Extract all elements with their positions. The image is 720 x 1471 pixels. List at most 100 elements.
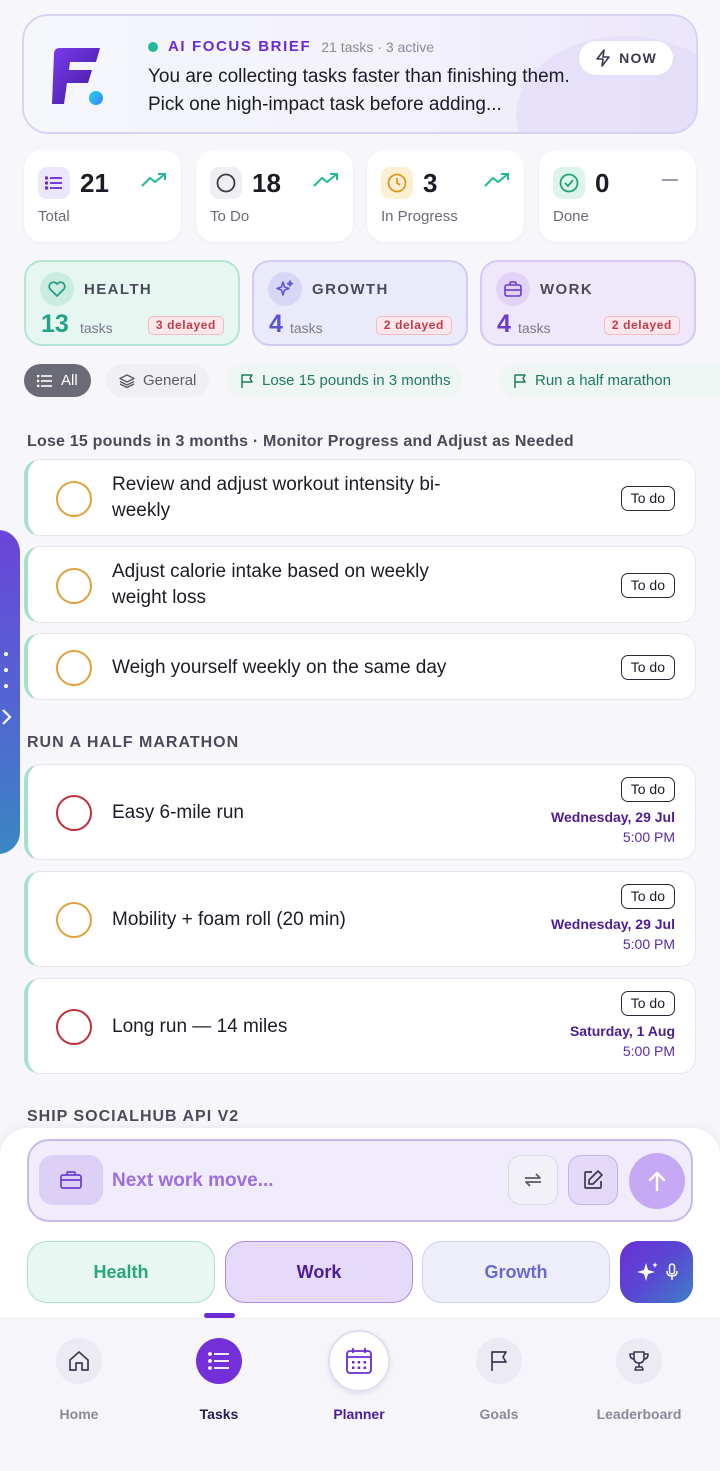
filter-chip-goal-lose-weight[interactable]: Lose 15 pounds in 3 months (227, 364, 464, 397)
task-title: Long run — 14 miles (112, 1016, 288, 1037)
status-circle[interactable] (56, 568, 92, 604)
flag-icon (476, 1338, 522, 1384)
chip-label: All (61, 372, 78, 389)
stat-card-todo[interactable]: 18 To Do (196, 150, 353, 242)
drawer-dot (4, 668, 8, 672)
sparkles-icon (268, 272, 302, 306)
stat-card-total[interactable]: 21 Total (24, 150, 181, 242)
category-count: 4 (269, 310, 283, 338)
home-icon (56, 1338, 102, 1384)
category-card-health[interactable]: HEALTH 13 tasks 3 delayed (24, 260, 240, 346)
chevron-right-icon (2, 709, 12, 725)
stat-value: 21 (80, 168, 109, 198)
status-badge[interactable]: To do (620, 777, 675, 802)
quick-growth-button[interactable]: Growth (422, 1241, 610, 1303)
layers-icon (119, 373, 135, 388)
nav-item-leaderboard[interactable]: Leaderboard (589, 1338, 689, 1422)
category-name: GROWTH (312, 281, 389, 298)
nav-label: Tasks (199, 1406, 239, 1422)
category-unit: tasks (80, 320, 113, 336)
drawer-dot (4, 684, 8, 688)
filter-chip-goal-half-marathon[interactable]: Run a half marathon (500, 364, 720, 397)
repeat-button[interactable] (508, 1155, 558, 1205)
trending-up-icon (484, 173, 509, 187)
status-badge[interactable]: To do (620, 991, 675, 1016)
nav-item-home[interactable]: Home (29, 1338, 129, 1422)
stat-value: 18 (252, 168, 281, 198)
status-circle[interactable] (56, 902, 92, 938)
stat-card-in-progress[interactable]: 3 In Progress (367, 150, 524, 242)
circle-icon (210, 167, 242, 199)
task-title: Mobility + foam roll (20 min) (112, 909, 346, 930)
task-card[interactable]: Easy 6-mile run To do Wednesday, 29 Jul … (24, 764, 696, 860)
nav-label: Leaderboard (596, 1406, 682, 1422)
trending-up-icon (141, 173, 166, 187)
delayed-badge: 2 delayed (375, 316, 452, 335)
briefcase-icon[interactable] (39, 1155, 103, 1205)
heart-icon (40, 272, 74, 306)
category-count: 13 (41, 310, 69, 338)
section-title: RUN A HALF MARATHON (27, 734, 240, 751)
list-icon (38, 167, 70, 199)
edit-icon (584, 1170, 603, 1189)
status-circle[interactable] (56, 1009, 92, 1045)
task-card[interactable]: Long run — 14 miles To do Saturday, 1 Au… (24, 978, 696, 1074)
status-circle[interactable] (56, 481, 92, 517)
trophy-icon (616, 1338, 662, 1384)
brief-text: You are collecting tasks faster than fin… (148, 66, 570, 115)
category-card-work[interactable]: WORK 4 tasks 2 delayed (480, 260, 696, 346)
edit-button[interactable] (568, 1155, 618, 1205)
filter-chip-general[interactable]: General (106, 364, 210, 397)
due-date: Wednesday, 29 Jul (551, 916, 675, 932)
status-circle[interactable] (56, 650, 92, 686)
task-input-bar[interactable]: Next work move... (27, 1139, 693, 1222)
send-button[interactable] (629, 1153, 685, 1209)
quick-health-button[interactable]: Health (27, 1241, 215, 1303)
nav-active-indicator (204, 1313, 235, 1318)
lightning-icon (596, 49, 610, 67)
category-name: WORK (540, 281, 594, 298)
category-count: 4 (497, 310, 511, 338)
task-input-placeholder[interactable]: Next work move... (112, 1170, 274, 1192)
task-card[interactable]: Review and adjust workout intensity bi- … (24, 459, 696, 536)
nav-label: Planner (333, 1406, 385, 1422)
category-card-growth[interactable]: GROWTH 4 tasks 2 delayed (252, 260, 468, 346)
delayed-badge: 3 delayed (147, 316, 224, 335)
side-drawer-tab[interactable] (0, 530, 20, 854)
status-badge[interactable]: To do (620, 655, 675, 680)
filter-chip-all[interactable]: All (24, 364, 91, 397)
ai-focus-brief-card[interactable]: AI FOCUS BRIEF 21 tasks · 3 active You a… (22, 14, 698, 134)
list-icon (37, 374, 52, 387)
status-badge[interactable]: To do (620, 573, 675, 598)
nav-item-goals[interactable]: Goals (449, 1338, 549, 1422)
nav-item-tasks[interactable]: Tasks (169, 1338, 269, 1422)
nav-label: Goals (479, 1406, 519, 1422)
due-date: Wednesday, 29 Jul (551, 809, 675, 825)
briefcase-icon (496, 272, 530, 306)
check-circle-icon (553, 167, 585, 199)
task-card[interactable]: Weigh yourself weekly on the same day To… (24, 633, 696, 700)
due-time: 5:00 PM (622, 936, 675, 952)
quick-work-button[interactable]: Work (225, 1241, 413, 1303)
arrow-up-icon (648, 1171, 666, 1192)
nav-item-planner[interactable]: Planner (309, 1330, 409, 1422)
category-unit: tasks (290, 320, 323, 336)
chip-label: Run a half marathon (535, 372, 671, 389)
task-card[interactable]: Mobility + foam roll (20 min) To do Wedn… (24, 871, 696, 967)
task-title: Easy 6-mile run (112, 802, 244, 823)
calendar-icon (328, 1330, 390, 1392)
category-name: HEALTH (84, 281, 153, 298)
due-time: 5:00 PM (622, 1043, 675, 1059)
stat-card-done[interactable]: 0 Done (539, 150, 696, 242)
brief-label: AI FOCUS BRIEF (168, 38, 312, 55)
ai-voice-button[interactable] (620, 1241, 693, 1303)
task-card[interactable]: Adjust calorie intake based on weekly we… (24, 546, 696, 623)
due-date: Saturday, 1 Aug (569, 1023, 675, 1039)
now-button[interactable]: NOW (578, 40, 674, 76)
status-circle[interactable] (56, 795, 92, 831)
now-label: NOW (619, 50, 657, 66)
stat-label: Total (38, 208, 70, 225)
category-unit: tasks (518, 320, 551, 336)
status-badge[interactable]: To do (620, 884, 675, 909)
status-badge[interactable]: To do (620, 486, 675, 511)
